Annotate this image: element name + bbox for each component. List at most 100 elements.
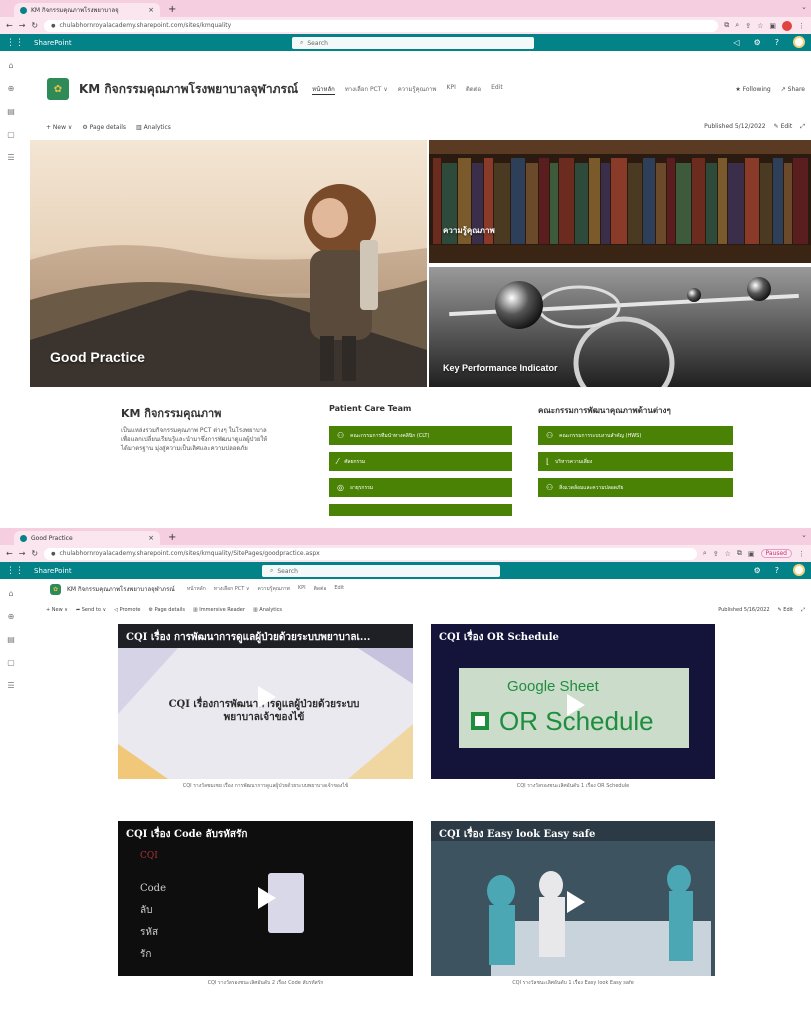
app-name[interactable]: SharePoint — [34, 567, 72, 575]
nav-knowledge[interactable]: ความรู้คุณภาพ — [258, 585, 290, 593]
bookmark-star-icon[interactable]: ☆ — [757, 22, 763, 30]
send-to-button[interactable]: ➦ Send to ∨ — [76, 607, 106, 613]
news-icon[interactable]: ▤ — [7, 107, 15, 116]
edit-button[interactable]: ✎ Edit — [774, 123, 793, 131]
tab-list-chevron-icon[interactable]: ⌄ — [801, 531, 807, 539]
reload-icon[interactable]: ↻ — [31, 549, 38, 558]
site-title[interactable]: KM กิจกรรมคุณภาพโรงพยาบาลจุฬาภรณ์ — [67, 584, 175, 594]
profile-icon[interactable] — [782, 20, 792, 31]
analytics-button[interactable]: ▥ Analytics — [253, 607, 282, 613]
video-card-1[interactable]: CQI เรื่อง การพัฒนาการดูแลผู้ป่วยด้วยระบ… — [118, 624, 413, 779]
expand-icon[interactable]: ⤢ — [800, 123, 805, 131]
pct-clt-button[interactable]: ⚇ คณะกรรมการทีมนำทางคลินิก (CLT) — [329, 426, 512, 445]
bookmark-star-icon[interactable]: ☆ — [725, 550, 731, 558]
search-input[interactable]: ⌕ Search — [262, 565, 500, 577]
expand-icon[interactable]: ⤢ — [801, 607, 805, 613]
video-card-4[interactable]: CQI เรื่อง Easy look Easy safe — [431, 821, 715, 976]
back-icon[interactable]: ← — [6, 549, 13, 558]
nav-edit[interactable]: Edit — [491, 84, 503, 95]
app-name[interactable]: SharePoint — [34, 39, 72, 47]
app-launcher-icon[interactable]: ⋮⋮ — [6, 38, 24, 48]
nav-pct[interactable]: ทางเลือก PCT ∨ — [345, 84, 388, 95]
new-button[interactable]: + New ∨ — [46, 124, 72, 131]
back-icon[interactable]: ← — [6, 21, 13, 30]
globe-icon[interactable]: ⊕ — [8, 84, 15, 93]
new-tab-button[interactable]: + — [168, 3, 176, 17]
play-icon[interactable] — [258, 686, 276, 708]
pct-medicine-button[interactable]: ◎ อายุรกรรม — [329, 478, 512, 497]
site-logo-icon[interactable]: ✿ — [47, 78, 69, 100]
page-details-button[interactable]: ⚙ Page details — [149, 607, 185, 613]
news-icon[interactable]: ▤ — [7, 635, 15, 644]
hero-knowledge[interactable]: ความรู้คุณภาพ — [427, 140, 811, 263]
lists-icon[interactable]: ☰ — [7, 681, 14, 690]
nav-contact[interactable]: ติดต่อ — [466, 84, 481, 95]
search-input[interactable]: ⌕ Search — [292, 37, 534, 49]
committee-risk-button[interactable]: ⌊ บริหารความเสี่ยง — [538, 452, 733, 471]
translate-icon[interactable]: ⧉ — [724, 21, 729, 30]
share-icon[interactable]: ⇪ — [745, 22, 751, 30]
committee-hws-button[interactable]: ⚇ คณะกรรมการระบบงานสำคัญ (HWS) — [538, 426, 733, 445]
nav-home[interactable]: หน้าหลัก — [312, 84, 335, 95]
help-icon[interactable]: ? — [775, 38, 779, 47]
hero-good-practice[interactable]: Good Practice — [30, 140, 427, 387]
browser-tab[interactable]: Good Practice × — [14, 531, 160, 545]
promote-button[interactable]: ◁ Promote — [114, 607, 140, 613]
forward-icon[interactable]: → — [19, 21, 26, 30]
following-button[interactable]: ★ Following — [735, 86, 770, 93]
new-tab-button[interactable]: + — [168, 531, 176, 545]
globe-icon[interactable]: ⊕ — [8, 612, 15, 621]
sidepanel-icon[interactable]: ▣ — [769, 22, 776, 30]
page-details-button[interactable]: ⚙ Page details — [82, 124, 126, 131]
close-tab-icon[interactable]: × — [148, 6, 154, 14]
nav-pct[interactable]: ทางเลือก PCT ∨ — [214, 585, 250, 593]
url-field[interactable]: ● chulabhornroyalacademy.sharepoint.com/… — [44, 547, 697, 560]
pct-surgery-button[interactable]: ⁄ ศัลยกรรม — [329, 452, 512, 471]
video-card-3[interactable]: CQI เรื่อง Code ลับรหัสรัก CQI Code ลับ … — [118, 821, 413, 976]
hero-kpi[interactable]: Key Performance Indicator — [427, 265, 811, 387]
pct-next-button[interactable] — [329, 504, 512, 516]
immersive-reader-button[interactable]: ▥ Immersive Reader — [193, 607, 245, 613]
share-button[interactable]: ↗ Share — [781, 86, 805, 93]
home-icon[interactable]: ⌂ — [8, 589, 13, 598]
extensions-icon[interactable]: ⧉ — [737, 549, 742, 558]
nav-kpi[interactable]: KPI — [447, 84, 456, 95]
paused-profile-button[interactable]: Paused — [760, 549, 792, 558]
share-icon[interactable]: ⇪ — [713, 550, 719, 558]
files-icon[interactable]: ▢ — [7, 130, 15, 139]
nav-knowledge[interactable]: ความรู้คุณภาพ — [398, 84, 437, 95]
url-field[interactable]: ● chulabhornroyalacademy.sharepoint.com/… — [44, 19, 719, 32]
video-card-2[interactable]: CQI เรื่อง OR Schedule Google Sheet OR S… — [431, 624, 715, 779]
new-button[interactable]: + New ∨ — [46, 607, 68, 613]
play-icon[interactable] — [567, 891, 585, 913]
site-logo-icon[interactable]: ✿ — [50, 583, 61, 595]
nav-edit[interactable]: Edit — [334, 585, 344, 593]
settings-gear-icon[interactable]: ⚙ — [754, 566, 761, 575]
play-icon[interactable] — [567, 694, 585, 716]
account-avatar[interactable] — [793, 36, 805, 48]
site-title[interactable]: KM กิจกรรมคุณภาพโรงพยาบาลจุฬาภรณ์ — [79, 80, 298, 99]
sidepanel-icon[interactable]: ▣ — [748, 550, 755, 558]
committee-env-button[interactable]: ⚇ สิ่งแวดล้อมและความปลอดภัย — [538, 478, 733, 497]
edit-button[interactable]: ✎ Edit — [778, 607, 793, 613]
analytics-button[interactable]: ▥ Analytics — [136, 124, 171, 131]
menu-dots-icon[interactable]: ⋮ — [798, 550, 805, 558]
zoom-icon[interactable]: ⌕ — [735, 21, 739, 30]
tab-list-chevron-icon[interactable]: ⌄ — [801, 3, 807, 11]
nav-kpi[interactable]: KPI — [298, 585, 306, 593]
help-icon[interactable]: ? — [775, 566, 779, 575]
app-launcher-icon[interactable]: ⋮⋮ — [6, 566, 24, 576]
play-icon[interactable] — [258, 887, 276, 909]
settings-gear-icon[interactable]: ⚙ — [754, 38, 761, 47]
zoom-icon[interactable]: ⌕ — [703, 549, 707, 558]
nav-home[interactable]: หน้าหลัก — [187, 585, 206, 593]
reload-icon[interactable]: ↻ — [31, 21, 38, 30]
home-icon[interactable]: ⌂ — [8, 61, 13, 70]
nav-contact[interactable]: ติดต่อ — [314, 585, 327, 593]
menu-dots-icon[interactable]: ⋮ — [798, 22, 805, 30]
browser-tab[interactable]: KM กิจกรรมคุณภาพโรงพยาบาลจุ × — [14, 3, 160, 17]
feed-icon[interactable]: ◁ — [733, 38, 739, 47]
lists-icon[interactable]: ☰ — [7, 153, 14, 162]
files-icon[interactable]: ▢ — [7, 658, 15, 667]
account-avatar[interactable] — [793, 564, 805, 576]
